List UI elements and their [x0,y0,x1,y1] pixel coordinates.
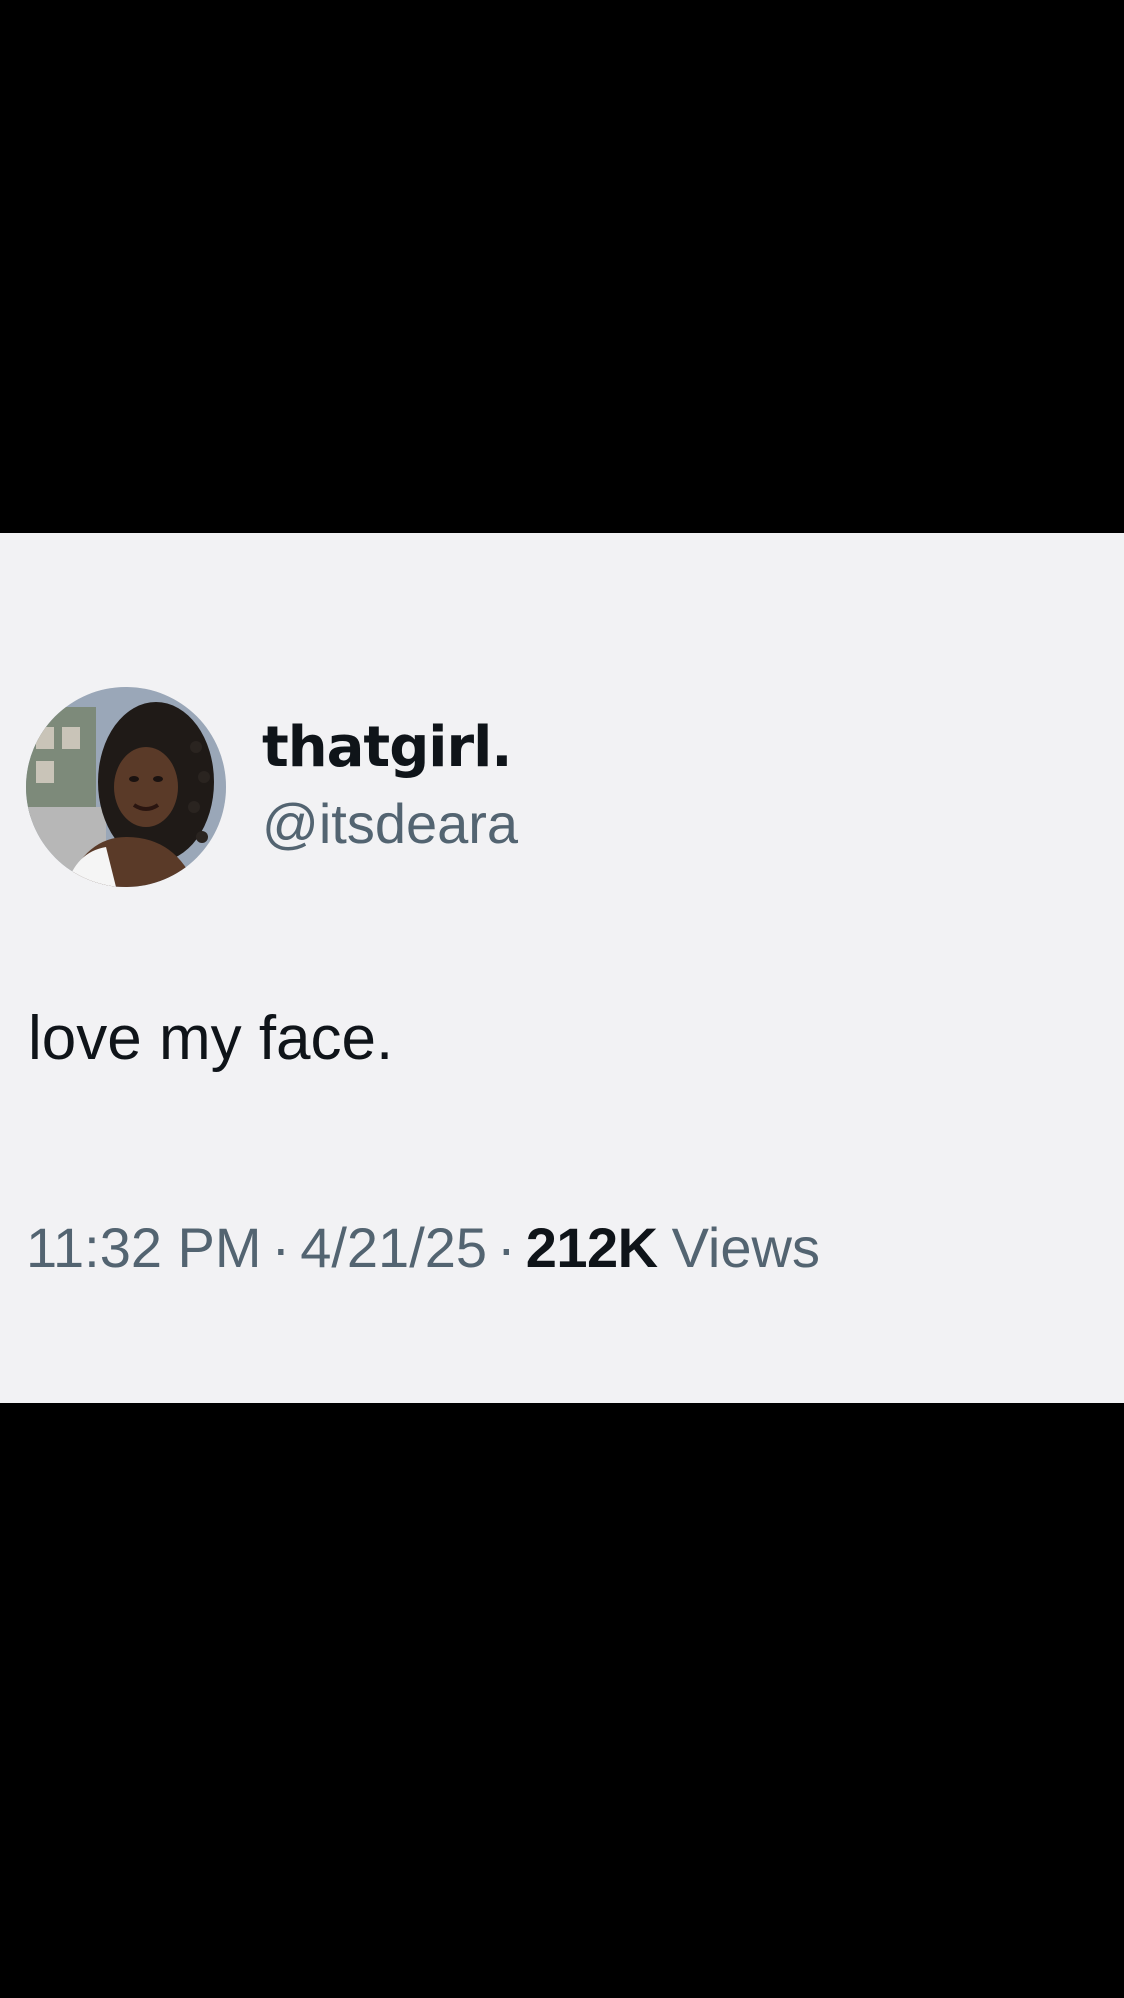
tweet-date[interactable]: 4/21/25 [300,1216,487,1279]
tweet-card: thatgirl. @itsdeara love my face. 11:32 … [0,533,1124,1403]
video-frame: thatgirl. @itsdeara love my face. 11:32 … [0,0,1124,1998]
tweet-text: love my face. [28,1004,394,1073]
author-display-name[interactable]: thatgirl. [262,715,518,781]
tweet-meta: 11:32 PM · 4/21/25 · 212K Views [26,1213,820,1283]
author-handle[interactable]: @itsdeara [262,789,518,859]
views-label: Views [671,1216,820,1279]
views-count[interactable]: 212K [526,1216,658,1279]
tweet-time[interactable]: 11:32 PM [26,1216,262,1279]
avatar-photo [26,687,226,887]
meta-separator: · [497,1216,516,1279]
author-names: thatgirl. @itsdeara [262,715,518,859]
avatar[interactable] [26,687,226,887]
tweet-author-row: thatgirl. @itsdeara [26,687,518,887]
meta-separator: · [271,1216,291,1279]
